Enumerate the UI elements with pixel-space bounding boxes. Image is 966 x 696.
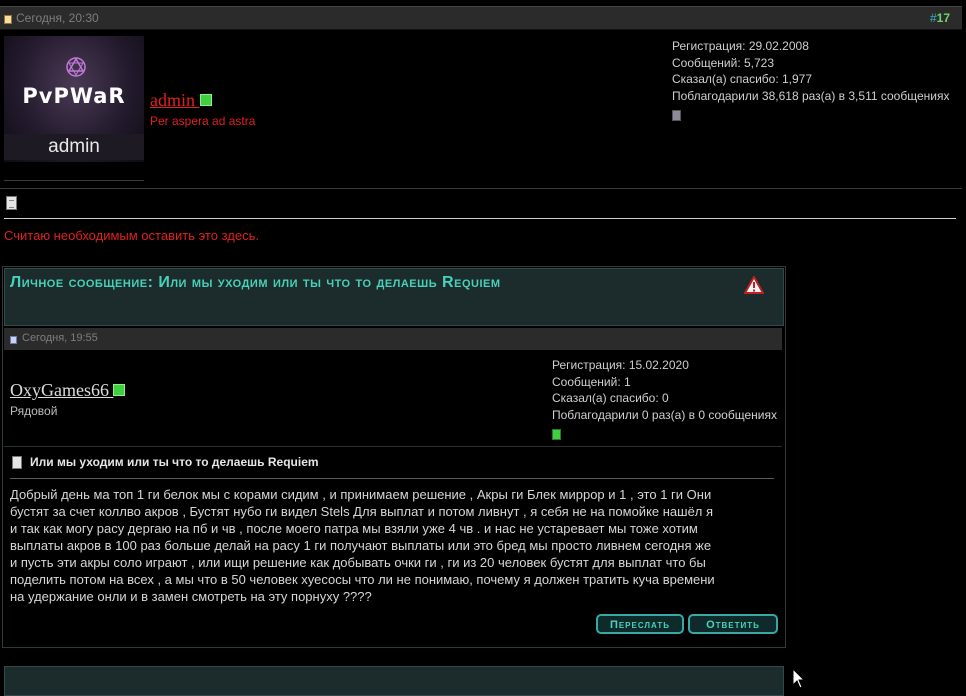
author-name: admin bbox=[150, 90, 195, 110]
pm-subject: Или мы уходим или ты что то делаешь Requ… bbox=[30, 455, 319, 469]
mouse-cursor-icon bbox=[792, 668, 806, 689]
pm-body-line: и так как могу расу дергаю на пб и чв , … bbox=[10, 521, 698, 536]
pm-body-line: на удержание онли и в замен смотреть на … bbox=[10, 589, 372, 604]
message-intro: Считаю необходимым оставить это здесь. bbox=[4, 228, 259, 243]
author-stat-thanks-received: Поблагодарили 38,618 раз(а) в 3,511 сооб… bbox=[672, 88, 950, 103]
post-number-hash: # bbox=[929, 11, 937, 25]
pm-body-line: Добрый день ма топ 1 ги белок мы с корам… bbox=[10, 487, 712, 502]
pm-body-line: бустят за счет коллво акров , Бустят нуб… bbox=[10, 504, 714, 519]
pm-sender-name: OxyGames66 bbox=[10, 380, 109, 400]
pm-stat-registration: Регистрация: 15.02.2020 bbox=[552, 358, 689, 372]
pm-sender-rank: Рядовой bbox=[10, 404, 58, 418]
next-pm-header bbox=[4, 666, 784, 696]
author-avatar[interactable]: PvPWaR admin bbox=[4, 36, 144, 162]
pm-sender-link[interactable]: OxyGames66 bbox=[10, 380, 126, 401]
pm-stat-thanks-given: Сказал(а) спасибо: 0 bbox=[552, 391, 669, 405]
post-number: 17 bbox=[936, 11, 950, 25]
author-title: Per aspera ad astra bbox=[150, 114, 256, 128]
pm-stat-posts: Сообщений: 1 bbox=[552, 374, 631, 389]
reply-button[interactable]: Ответить bbox=[688, 614, 778, 634]
online-status-icon bbox=[199, 94, 212, 106]
message-divider bbox=[4, 218, 956, 219]
pm-date: Сегодня, 19:55 bbox=[22, 332, 98, 344]
pm-date-bar: Сегодня, 19:55 bbox=[4, 328, 782, 350]
pm-body-line: и пусть эти акры соло играют , или ищи р… bbox=[10, 555, 706, 570]
avatar-divider bbox=[4, 180, 144, 181]
pm-body-line: поделить потом на всех , а мы что в 50 ч… bbox=[10, 572, 715, 587]
report-warning-icon[interactable] bbox=[744, 276, 764, 294]
post-header-bar: Сегодня, 20:30 #17 bbox=[0, 6, 962, 30]
post-number-link[interactable]: #17 bbox=[930, 11, 950, 25]
pm-title: Личное сообщение: Или мы уходим или ты ч… bbox=[10, 274, 501, 291]
author-stat-registration: Регистрация: 29.02.2008 bbox=[672, 39, 809, 53]
avatar-caption: admin bbox=[4, 134, 144, 160]
reputation-icon bbox=[672, 110, 681, 121]
pm-subject-divider bbox=[10, 478, 774, 479]
forward-button[interactable]: Переслать bbox=[596, 614, 684, 634]
author-stats: Регистрация: 29.02.2008 Сообщений: 5,723… bbox=[672, 38, 949, 104]
pm-stat-thanks-received: Поблагодарили 0 раз(а) в 0 сообщениях bbox=[552, 407, 777, 422]
author-stat-posts: Сообщений: 5,723 bbox=[672, 55, 775, 70]
post-divider bbox=[0, 188, 962, 189]
pm-sender-stats: Регистрация: 15.02.2020 Сообщений: 1 Ска… bbox=[552, 357, 777, 423]
post-document-icon bbox=[4, 15, 12, 24]
pm-reputation-icon bbox=[552, 429, 561, 440]
avatar-logo-text: PvPWaR bbox=[22, 84, 126, 108]
pm-body: Добрый день ма топ 1 ги белок мы с корам… bbox=[10, 486, 780, 605]
author-name-link[interactable]: admin bbox=[150, 90, 212, 111]
pm-document-icon bbox=[10, 336, 17, 344]
pm-divider bbox=[4, 446, 782, 447]
message-document-icon bbox=[6, 196, 17, 210]
pm-subject-document-icon bbox=[12, 456, 22, 469]
pm-body-line: выплаты акров в 100 раз больше делай на … bbox=[10, 538, 712, 553]
pm-online-status-icon bbox=[113, 384, 126, 396]
post-date: Сегодня, 20:30 bbox=[16, 11, 99, 25]
guild-sigil-icon bbox=[66, 57, 86, 77]
author-stat-thanks-given: Сказал(а) спасибо: 1,977 bbox=[672, 72, 813, 86]
